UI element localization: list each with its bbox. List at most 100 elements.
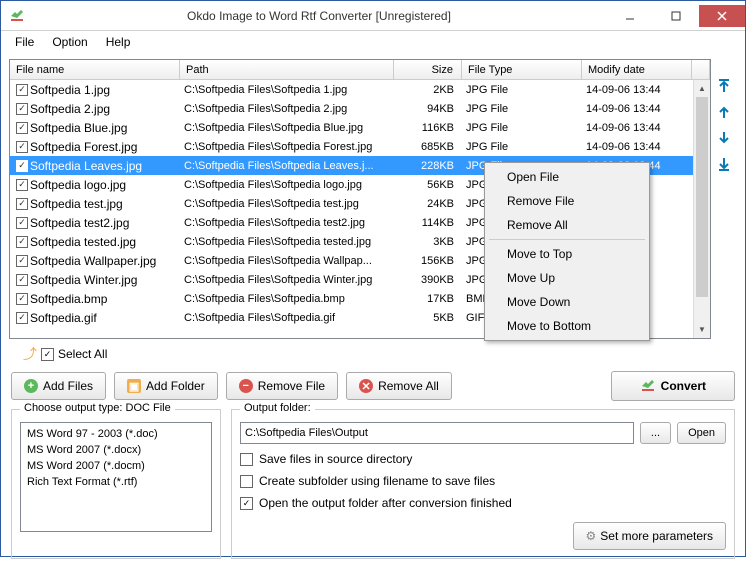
file-date: 14-09-06 13:44 <box>582 102 692 116</box>
close-button[interactable] <box>699 5 745 27</box>
file-path: C:\Softpedia Files\Softpedia test.jpg <box>180 197 394 211</box>
col-spacer <box>692 60 710 79</box>
minus-icon: − <box>239 379 253 393</box>
file-name: Softpedia logo.jpg <box>30 178 126 192</box>
file-size: 3KB <box>394 235 462 249</box>
maximize-button[interactable] <box>653 5 699 27</box>
select-arrow-icon: ⤴ <box>23 344 37 364</box>
file-name: Softpedia Wallpaper.jpg <box>30 254 156 268</box>
ctx-remove-file[interactable]: Remove File <box>487 189 647 213</box>
table-row[interactable]: ✓Softpedia Blue.jpg C:\Softpedia Files\So… <box>10 118 710 137</box>
row-checkbox[interactable]: ✓ <box>16 236 28 248</box>
row-checkbox[interactable]: ✓ <box>16 103 28 115</box>
file-name: Softpedia test2.jpg <box>30 216 129 230</box>
file-date: 14-09-06 13:44 <box>582 121 692 135</box>
set-more-label: Set more parameters <box>600 529 713 543</box>
file-name: Softpedia.bmp <box>30 292 107 306</box>
file-size: 116KB <box>394 121 462 135</box>
file-name: Softpedia Blue.jpg <box>30 121 127 135</box>
row-checkbox[interactable]: ✓ <box>16 84 28 96</box>
add-files-button[interactable]: +Add Files <box>11 372 106 400</box>
file-size: 94KB <box>394 102 462 116</box>
file-path: C:\Softpedia Files\Softpedia 2.jpg <box>180 102 394 116</box>
row-checkbox[interactable]: ✓ <box>16 179 28 191</box>
table-row[interactable]: ✓Softpedia 1.jpg C:\Softpedia Files\Softp… <box>10 80 710 99</box>
add-folder-button[interactable]: ▣Add Folder <box>114 372 218 400</box>
row-checkbox[interactable]: ✓ <box>16 312 28 324</box>
row-checkbox[interactable]: ✓ <box>16 255 28 267</box>
row-checkbox[interactable]: ✓ <box>16 141 28 153</box>
move-down-icon[interactable] <box>715 129 733 147</box>
file-name: Softpedia Winter.jpg <box>30 273 137 287</box>
scroll-up-icon[interactable]: ▲ <box>694 80 710 97</box>
table-row[interactable]: ✓Softpedia Forest.jpgC:\Softpedia Files\… <box>10 137 710 156</box>
minimize-button[interactable] <box>607 5 653 27</box>
save-source-label: Save files in source directory <box>259 452 412 466</box>
browse-button[interactable]: ... <box>640 422 671 444</box>
file-size: 5KB <box>394 311 462 325</box>
ctx-move-bottom[interactable]: Move to Bottom <box>487 314 647 338</box>
col-name[interactable]: File name <box>10 60 180 79</box>
output-type-item[interactable]: MS Word 97 - 2003 (*.doc) <box>25 426 207 442</box>
row-checkbox[interactable]: ✓ <box>16 160 28 172</box>
ctx-remove-all[interactable]: Remove All <box>487 213 647 237</box>
file-path: C:\Softpedia Files\Softpedia.gif <box>180 311 394 325</box>
table-row[interactable]: ✓Softpedia 2.jpgC:\Softpedia Files\Softp… <box>10 99 710 118</box>
file-path: C:\Softpedia Files\Softpedia Winter.jpg <box>180 273 394 287</box>
row-checkbox[interactable]: ✓ <box>16 122 28 134</box>
file-path: C:\Softpedia Files\Softpedia 1.jpg <box>180 83 394 97</box>
open-after-checkbox[interactable]: ✓ <box>240 497 253 510</box>
create-subfolder-checkbox[interactable] <box>240 475 253 488</box>
convert-label: Convert <box>661 379 706 393</box>
output-folder-legend: Output folder: <box>240 402 315 414</box>
ctx-open-file[interactable]: Open File <box>487 165 647 189</box>
col-date[interactable]: Modify date <box>582 60 692 79</box>
output-type-item[interactable]: MS Word 2007 (*.docm) <box>25 458 207 474</box>
file-type: JPG File <box>462 121 582 135</box>
file-name: Softpedia 1.jpg <box>30 83 110 97</box>
open-folder-button[interactable]: Open <box>677 422 726 444</box>
output-type-list[interactable]: MS Word 97 - 2003 (*.doc)MS Word 2007 (*… <box>20 422 212 532</box>
ctx-separator <box>489 239 645 240</box>
select-all-checkbox[interactable]: ✓ <box>41 348 54 361</box>
file-path: C:\Softpedia Files\Softpedia test2.jpg <box>180 216 394 230</box>
output-type-item[interactable]: MS Word 2007 (*.docx) <box>25 442 207 458</box>
file-date: 14-09-06 13:44 <box>582 83 692 97</box>
file-type: JPG File <box>462 102 582 116</box>
col-size[interactable]: Size <box>394 60 462 79</box>
move-top-icon[interactable] <box>715 77 733 95</box>
row-checkbox[interactable]: ✓ <box>16 217 28 229</box>
app-icon <box>9 8 25 24</box>
save-source-checkbox[interactable] <box>240 453 253 466</box>
scroll-thumb[interactable] <box>696 97 708 297</box>
file-path: C:\Softpedia Files\Softpedia tested.jpg <box>180 235 394 249</box>
row-checkbox[interactable]: ✓ <box>16 293 28 305</box>
set-more-button[interactable]: ⚙Set more parameters <box>573 522 726 550</box>
convert-icon <box>640 378 656 394</box>
convert-button[interactable]: Convert <box>611 371 735 401</box>
scroll-down-icon[interactable]: ▼ <box>694 321 710 338</box>
ctx-move-down[interactable]: Move Down <box>487 290 647 314</box>
file-type: JPG File <box>462 83 582 97</box>
col-path[interactable]: Path <box>180 60 394 79</box>
ctx-move-top[interactable]: Move to Top <box>487 242 647 266</box>
column-headers: File name Path Size File Type Modify dat… <box>10 60 710 80</box>
move-up-icon[interactable] <box>715 103 733 121</box>
row-checkbox[interactable]: ✓ <box>16 274 28 286</box>
output-path-input[interactable] <box>240 422 634 444</box>
gear-icon: ⚙ <box>586 529 597 543</box>
menu-file[interactable]: File <box>7 33 42 51</box>
move-bottom-icon[interactable] <box>715 155 733 173</box>
col-type[interactable]: File Type <box>462 60 582 79</box>
remove-file-button[interactable]: −Remove File <box>226 372 338 400</box>
file-path: C:\Softpedia Files\Softpedia Blue.jpg <box>180 121 394 135</box>
file-size: 114KB <box>394 216 462 230</box>
remove-all-button[interactable]: ✕Remove All <box>346 372 452 400</box>
output-type-item[interactable]: Rich Text Format (*.rtf) <box>25 474 207 490</box>
ctx-move-up[interactable]: Move Up <box>487 266 647 290</box>
menu-help[interactable]: Help <box>98 33 139 51</box>
row-checkbox[interactable]: ✓ <box>16 198 28 210</box>
menu-option[interactable]: Option <box>44 33 95 51</box>
vertical-scrollbar[interactable]: ▲ ▼ <box>693 80 710 338</box>
file-name: Softpedia Forest.jpg <box>30 140 137 154</box>
